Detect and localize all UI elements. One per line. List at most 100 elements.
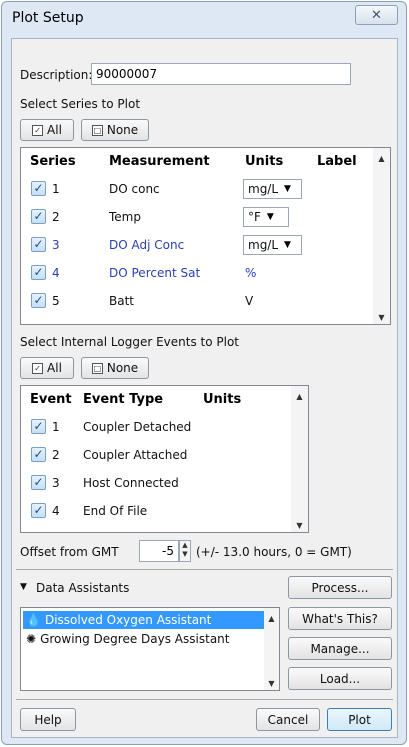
units-value: mg/L — [248, 182, 279, 196]
events-scrollbar[interactable]: ▲ ▼ — [291, 386, 308, 532]
close-button[interactable]: ✕ — [355, 5, 398, 25]
offset-spinner[interactable]: ▲ ▼ — [179, 540, 191, 562]
series-section-label: Select Series to Plot — [20, 97, 141, 111]
divider — [16, 699, 393, 700]
event-type: End Of File — [83, 504, 148, 518]
uncheck-all-icon: □ — [91, 362, 103, 374]
label-header: Label — [317, 154, 357, 169]
divider — [16, 569, 393, 570]
check-all-icon: ✓ — [32, 124, 44, 136]
series-measurement: Temp — [109, 210, 141, 224]
scroll-up-icon[interactable]: ▲ — [373, 154, 390, 163]
dialog-body: Description: 90000007 Select Series to P… — [11, 38, 398, 738]
series-number: 4 — [52, 266, 60, 280]
scroll-down-icon[interactable]: ▼ — [264, 679, 279, 688]
scroll-up-icon[interactable]: ▲ — [291, 392, 308, 401]
events-all-label: All — [47, 361, 62, 375]
event-checkbox[interactable]: ✓ — [31, 419, 46, 434]
measurement-header: Measurement — [109, 154, 210, 169]
spin-down-icon[interactable]: ▼ — [180, 550, 190, 559]
description-field[interactable]: 90000007 — [91, 63, 351, 85]
series-number: 2 — [52, 210, 60, 224]
event-number: 2 — [52, 448, 60, 462]
units-dropdown[interactable]: mg/L ▼ — [243, 235, 302, 255]
check-all-icon: ✓ — [32, 362, 44, 374]
events-none-label: None — [106, 361, 139, 375]
water-drop-icon: 💧 — [26, 613, 41, 627]
help-button[interactable]: Help — [20, 708, 76, 731]
units-value: % — [245, 266, 257, 280]
series-number: 1 — [52, 182, 60, 196]
assistant-item-growing-degree-days[interactable]: ✺ Growing Degree Days Assistant — [23, 630, 275, 648]
series-measurement: Batt — [109, 294, 134, 308]
units-value: V — [245, 294, 254, 308]
series-none-button[interactable]: □ None — [81, 119, 149, 141]
events-all-button[interactable]: ✓ All — [20, 357, 74, 379]
close-icon: ✕ — [371, 7, 382, 23]
assistant-name: Dissolved Oxygen Assistant — [44, 613, 212, 627]
description-label: Description: — [20, 68, 93, 82]
series-all-label: All — [47, 123, 62, 137]
units-header: Units — [245, 154, 284, 169]
whats-this-button[interactable]: What's This? — [288, 607, 392, 630]
events-section-label: Select Internal Logger Events to Plot — [20, 335, 239, 349]
uncheck-all-icon: □ — [91, 124, 103, 136]
assistants-scrollbar[interactable]: ▲ ▼ — [264, 608, 279, 690]
event-checkbox[interactable]: ✓ — [31, 503, 46, 518]
series-measurement: DO conc — [109, 182, 160, 196]
manage-button[interactable]: Manage... — [288, 637, 392, 660]
series-number: 3 — [52, 238, 60, 252]
series-checkbox[interactable]: ✓ — [31, 293, 46, 308]
units-dropdown[interactable]: mg/L ▼ — [243, 179, 302, 199]
process-button[interactable]: Process... — [288, 576, 392, 599]
assistant-name: Growing Degree Days Assistant — [40, 632, 230, 646]
chevron-down-icon: ▼ — [266, 212, 274, 222]
scroll-down-icon[interactable]: ▼ — [373, 313, 390, 322]
offset-hint: (+/- 13.0 hours, 0 = GMT) — [196, 545, 352, 559]
series-header: Series — [30, 154, 76, 169]
event-units-header: Units — [203, 392, 242, 407]
series-all-button[interactable]: ✓ All — [20, 119, 74, 141]
sun-icon: ✺ — [26, 632, 37, 646]
event-checkbox[interactable]: ✓ — [31, 447, 46, 462]
scroll-up-icon[interactable]: ▲ — [264, 614, 279, 623]
plot-setup-window: Plot Setup ✕ Description: 90000007 Selec… — [1, 1, 407, 745]
plot-button[interactable]: Plot — [327, 708, 392, 731]
window-title: Plot Setup — [12, 10, 84, 26]
series-checkbox[interactable]: ✓ — [31, 265, 46, 280]
cancel-button[interactable]: Cancel — [256, 708, 320, 731]
series-table: Series Measurement Units Label ✓ 1 DO co… — [20, 147, 391, 325]
series-checkbox[interactable]: ✓ — [31, 209, 46, 224]
offset-label: Offset from GMT — [20, 545, 119, 559]
units-dropdown[interactable]: °F ▼ — [243, 207, 289, 227]
assistants-label: Data Assistants — [36, 581, 130, 595]
spin-up-icon[interactable]: ▲ — [180, 541, 190, 550]
units-value: mg/L — [248, 238, 279, 252]
series-measurement: DO Adj Conc — [109, 238, 185, 252]
series-number: 5 — [52, 294, 60, 308]
chevron-down-icon: ▼ — [284, 240, 291, 250]
load-button[interactable]: Load... — [288, 667, 392, 690]
event-number: 1 — [52, 420, 60, 434]
units-value: °F — [248, 210, 261, 224]
events-none-button[interactable]: □ None — [81, 357, 149, 379]
event-number: 3 — [52, 476, 60, 490]
series-checkbox[interactable]: ✓ — [31, 237, 46, 252]
event-type: Coupler Attached — [83, 448, 188, 462]
scroll-down-icon[interactable]: ▼ — [291, 521, 308, 530]
assistants-list: 💧 Dissolved Oxygen Assistant ✺ Growing D… — [20, 607, 280, 691]
events-table: Event Event Type Units ✓ 1 Coupler Detac… — [20, 385, 309, 533]
event-type-header: Event Type — [83, 392, 164, 407]
series-checkbox[interactable]: ✓ — [31, 181, 46, 196]
series-none-label: None — [106, 123, 139, 137]
title-bar: Plot Setup ✕ — [2, 2, 406, 32]
offset-input[interactable]: -5 — [139, 540, 179, 562]
event-number: 4 — [52, 504, 60, 518]
series-scrollbar[interactable]: ▲ ▼ — [373, 148, 390, 324]
event-checkbox[interactable]: ✓ — [31, 475, 46, 490]
assistant-item-dissolved-oxygen[interactable]: 💧 Dissolved Oxygen Assistant — [23, 611, 275, 629]
event-header: Event — [30, 392, 72, 407]
collapse-triangle-icon[interactable]: ▼ — [20, 582, 27, 592]
event-type: Coupler Detached — [83, 420, 192, 434]
chevron-down-icon: ▼ — [284, 184, 291, 194]
